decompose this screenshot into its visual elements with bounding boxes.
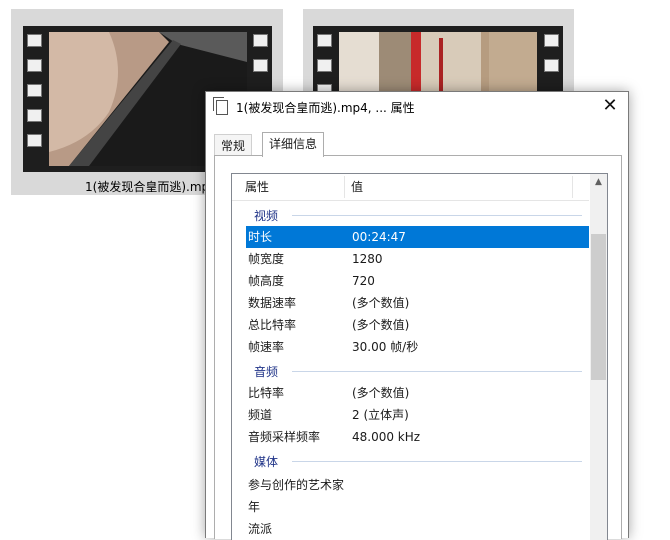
property-row[interactable]: 参与创作的艺术家: [246, 474, 589, 496]
property-value: 720: [352, 274, 375, 288]
dialog-title: 1(被发现合皇而逃).mp4, ... 属性: [236, 101, 415, 115]
property-name: 总比特率: [248, 318, 297, 332]
tab-details[interactable]: 详细信息: [262, 132, 325, 157]
property-name: 音频采样频率: [248, 430, 321, 444]
property-value: (多个数值): [352, 296, 410, 310]
close-button[interactable]: ✕: [592, 92, 628, 122]
column-header-property[interactable]: 属性: [232, 174, 344, 200]
property-name: 参与创作的艺术家: [248, 478, 345, 492]
property-row[interactable]: 总比特率 (多个数值): [246, 314, 589, 336]
group-divider: [292, 215, 582, 216]
film-strip: [313, 26, 563, 99]
property-name: 频道: [248, 408, 273, 422]
sprocket-hole: [317, 59, 332, 72]
group-label: 媒体: [254, 453, 283, 470]
property-name: 时长: [248, 230, 273, 244]
file-properties-icon: [213, 97, 228, 115]
property-value: (多个数值): [352, 386, 410, 400]
sprocket-hole: [27, 84, 42, 97]
property-name: 帧速率: [248, 340, 285, 354]
property-value: 30.00 帧/秒: [352, 340, 419, 354]
tab-strip: 常规 详细信息: [214, 132, 618, 157]
property-row[interactable]: 时长 00:24:47: [246, 226, 589, 248]
property-value: 2 (立体声): [352, 408, 409, 422]
property-row[interactable]: 音频采样频率 48.000 kHz: [246, 426, 589, 448]
tab-general[interactable]: 常规: [214, 134, 253, 156]
group-divider: [292, 371, 582, 372]
sprocket-hole: [27, 109, 42, 122]
group-media: 媒体: [232, 450, 589, 472]
property-name: 年: [248, 500, 261, 514]
sprocket-hole: [317, 34, 332, 47]
property-value: 1280: [352, 252, 383, 266]
video-thumbnail-2[interactable]: [303, 9, 574, 99]
property-row[interactable]: 帧速率 30.00 帧/秒: [246, 336, 589, 358]
property-row[interactable]: 数据速率 (多个数值): [246, 292, 589, 314]
property-row[interactable]: 比特率 (多个数值): [246, 382, 589, 404]
scrollbar-thumb[interactable]: [591, 234, 606, 380]
property-value: 00:24:47: [352, 230, 406, 244]
sprocket-hole: [253, 59, 268, 72]
sprocket-hole: [27, 134, 42, 147]
property-value: (多个数值): [352, 318, 410, 332]
property-row[interactable]: 帧高度 720: [246, 270, 589, 292]
group-audio: 音频: [232, 360, 589, 382]
thumbnail-caption: 1(被发现合皇而逃).mp: [85, 180, 210, 194]
group-label: 视频: [254, 207, 283, 224]
column-divider[interactable]: [572, 176, 573, 198]
video-frame-image: [339, 32, 537, 99]
sprocket-hole: [544, 59, 559, 72]
property-row[interactable]: 帧宽度 1280: [246, 248, 589, 270]
details-panel: 属性 值 视频 时长 00:24:47 帧宽度 1280 帧高度 720 数据速…: [214, 155, 622, 540]
property-name: 帧高度: [248, 274, 285, 288]
vertical-scrollbar[interactable]: ▲: [590, 174, 607, 540]
property-row[interactable]: 频道 2 (立体声): [246, 404, 589, 426]
properties-dialog: 1(被发现合皇而逃).mp4, ... 属性 ✕ 常规 详细信息 属性 值 视频…: [205, 91, 629, 540]
property-name: 数据速率: [248, 296, 297, 310]
sprocket-hole: [27, 59, 42, 72]
property-row[interactable]: 年: [246, 496, 589, 518]
scroll-up-arrow-icon[interactable]: ▲: [590, 174, 607, 191]
group-divider: [292, 461, 582, 462]
details-list: 属性 值 视频 时长 00:24:47 帧宽度 1280 帧高度 720 数据速…: [231, 173, 608, 540]
property-name: 比特率: [248, 386, 285, 400]
column-header-value[interactable]: 值: [344, 174, 572, 200]
sprocket-hole: [27, 34, 42, 47]
title-bar[interactable]: 1(被发现合皇而逃).mp4, ... 属性 ✕: [206, 92, 628, 122]
sprocket-hole: [544, 34, 559, 47]
sprocket-hole: [253, 34, 268, 47]
property-value: 48.000 kHz: [352, 430, 421, 444]
group-label: 音频: [254, 363, 283, 380]
property-name: 帧宽度: [248, 252, 285, 266]
group-video: 视频: [232, 204, 589, 226]
list-header: 属性 值: [232, 174, 589, 201]
